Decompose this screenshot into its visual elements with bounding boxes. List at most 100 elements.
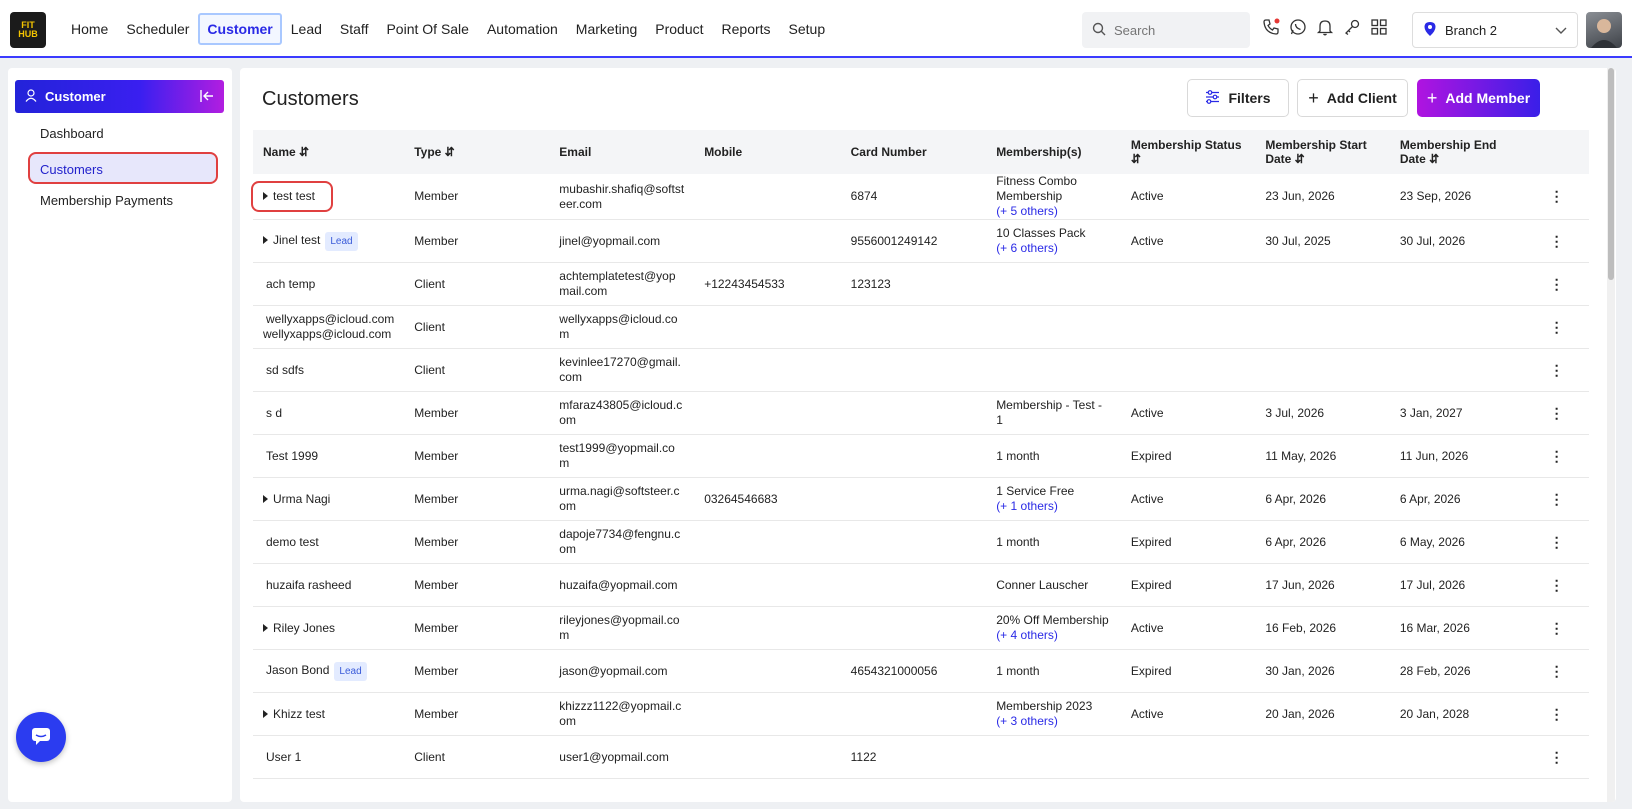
search-box[interactable]: [1082, 12, 1250, 48]
column-header[interactable]: Membership Start Date ⇵: [1255, 130, 1389, 174]
bell-icon[interactable]: [1316, 18, 1334, 36]
customer-name-link[interactable]: test test: [251, 181, 334, 212]
table-row[interactable]: huzaifa rasheed Member huzaifa@yopmail.com…: [253, 563, 1589, 607]
other-memberships-link[interactable]: (+ 5 others): [996, 204, 1111, 219]
cell-name[interactable]: sd sdfs: [253, 348, 405, 392]
row-menu-icon[interactable]: ⋮: [1524, 649, 1589, 693]
row-menu-icon[interactable]: ⋮: [1524, 606, 1589, 650]
search-input[interactable]: [1112, 21, 1246, 39]
customer-name-link[interactable]: demo test: [263, 535, 319, 549]
other-memberships-link[interactable]: (+ 4 others): [996, 628, 1111, 643]
table-row[interactable]: ach temp Client achtemplatetest@yopmail.co…: [253, 262, 1589, 306]
row-menu-icon[interactable]: ⋮: [1524, 391, 1589, 435]
customer-name-link[interactable]: Jinel test Lead: [263, 231, 358, 251]
row-menu-icon[interactable]: ⋮: [1524, 219, 1589, 263]
expand-caret-icon[interactable]: [263, 494, 268, 503]
other-memberships-link[interactable]: (+ 6 others): [996, 241, 1111, 256]
table-row[interactable]: Jinel test Lead Member jinel@yopmail.com 955…: [253, 219, 1589, 263]
table-row[interactable]: test test Member mubashir.shafiq@softsteer…: [251, 174, 1589, 220]
nav-staff[interactable]: Staff: [331, 13, 378, 45]
cell-name[interactable]: Test 1999: [253, 434, 405, 478]
row-menu-icon[interactable]: ⋮: [1524, 305, 1589, 349]
customer-name-link[interactable]: huzaifa rasheed: [263, 578, 351, 592]
customer-name-link[interactable]: ach temp: [263, 277, 315, 291]
cell-name[interactable]: ach temp: [253, 262, 405, 306]
cell-name[interactable]: test test: [251, 174, 405, 220]
cell-name[interactable]: Riley Jones: [253, 606, 405, 650]
cell-name[interactable]: huzaifa rasheed: [253, 563, 405, 607]
customer-name-link[interactable]: s d: [263, 406, 282, 420]
phone-icon[interactable]: [1262, 18, 1280, 36]
table-row[interactable]: s d Member mfaraz43805@icloud.com Membershi…: [253, 391, 1589, 435]
row-menu-icon[interactable]: ⋮: [1524, 692, 1589, 736]
expand-caret-icon[interactable]: [263, 709, 268, 718]
nav-setup[interactable]: Setup: [780, 13, 835, 45]
filters-button[interactable]: Filters: [1187, 79, 1289, 117]
customer-name-link[interactable]: Riley Jones: [263, 621, 335, 635]
customer-name-link[interactable]: User 1: [263, 750, 301, 764]
customer-name-link[interactable]: Test 1999: [263, 449, 318, 463]
row-menu-icon[interactable]: ⋮: [1524, 434, 1589, 478]
table-row[interactable]: Urma Nagi Member urma.nagi@softsteer.com 03…: [253, 477, 1589, 521]
row-menu-icon[interactable]: ⋮: [1524, 563, 1589, 607]
other-memberships-link[interactable]: (+ 1 others): [996, 499, 1111, 514]
column-header[interactable]: Name ⇵: [253, 130, 404, 174]
nav-marketing[interactable]: Marketing: [567, 13, 646, 45]
row-menu-icon[interactable]: ⋮: [1524, 520, 1589, 564]
table-row[interactable]: User 1 Client user1@yopmail.com 1122 ⋮: [253, 735, 1589, 779]
user-avatar[interactable]: [1586, 12, 1622, 48]
cell-name[interactable]: Jason Bond Lead: [253, 649, 405, 693]
customer-name-link[interactable]: wellyxapps@icloud.com wellyxapps@icloud.…: [263, 312, 394, 341]
expand-caret-icon[interactable]: [263, 623, 268, 632]
add-client-button[interactable]: + Add Client: [1297, 79, 1408, 117]
scrollbar[interactable]: [1607, 68, 1615, 802]
nav-product[interactable]: Product: [646, 13, 712, 45]
column-header[interactable]: Membership End Date ⇵: [1390, 130, 1524, 174]
sidebar-item-customers[interactable]: Customers: [28, 152, 218, 184]
customer-name-link[interactable]: Khizz test: [263, 707, 325, 721]
cell-name[interactable]: Khizz test: [253, 692, 405, 736]
table-row[interactable]: wellyxapps@icloud.com wellyxapps@icloud.…: [253, 305, 1589, 349]
app-logo[interactable]: FIT HUB: [10, 12, 46, 48]
key-icon[interactable]: [1343, 18, 1361, 36]
row-menu-icon[interactable]: ⋮: [1524, 348, 1589, 392]
expand-caret-icon[interactable]: [263, 235, 268, 244]
whatsapp-icon[interactable]: [1289, 18, 1307, 36]
cell-name[interactable]: User 1: [253, 735, 405, 779]
column-header[interactable]: Type ⇵: [404, 130, 549, 174]
cell-name[interactable]: Urma Nagi: [253, 477, 405, 521]
row-menu-icon[interactable]: ⋮: [1524, 174, 1589, 220]
table-row[interactable]: demo test Member dapoje7734@fengnu.com 1 mo…: [253, 520, 1589, 564]
customer-name-link[interactable]: sd sdfs: [263, 363, 304, 377]
table-row[interactable]: Riley Jones Member rileyjones@yopmail.com 2…: [253, 606, 1589, 650]
branch-selector[interactable]: Branch 2: [1412, 12, 1578, 48]
sidebar-item-membership-payments[interactable]: Membership Payments: [40, 193, 173, 208]
cell-name[interactable]: demo test: [253, 520, 405, 564]
nav-home[interactable]: Home: [62, 13, 117, 45]
nav-customer[interactable]: Customer: [198, 13, 282, 45]
row-menu-icon[interactable]: ⋮: [1524, 735, 1589, 779]
nav-point-of-sale[interactable]: Point Of Sale: [377, 13, 478, 45]
cell-name[interactable]: s d: [253, 391, 405, 435]
customer-name-link[interactable]: Urma Nagi: [263, 492, 330, 506]
cell-name[interactable]: Jinel test Lead: [253, 219, 405, 263]
table-row[interactable]: sd sdfs Client kevinlee17270@gmail.com ⋮: [253, 348, 1589, 392]
sidebar-item-dashboard[interactable]: Dashboard: [40, 126, 104, 141]
row-menu-icon[interactable]: ⋮: [1524, 262, 1589, 306]
nav-lead[interactable]: Lead: [282, 13, 331, 45]
chat-launcher-button[interactable]: [16, 712, 66, 762]
add-member-button[interactable]: + Add Member: [1417, 79, 1540, 117]
table-row[interactable]: Khizz test Member khizzz1122@yopmail.com Me…: [253, 692, 1589, 736]
collapse-sidebar-icon[interactable]: [200, 89, 214, 106]
scrollbar-thumb[interactable]: [1608, 68, 1614, 280]
table-row[interactable]: Jason Bond Lead Member jason@yopmail.com 465…: [253, 649, 1589, 693]
table-row[interactable]: Test 1999 Member test1999@yopmail.com 1 mon…: [253, 434, 1589, 478]
column-header[interactable]: Membership Status ⇵: [1121, 130, 1255, 174]
apps-grid-icon[interactable]: [1370, 18, 1388, 36]
expand-caret-icon[interactable]: [263, 192, 268, 200]
nav-scheduler[interactable]: Scheduler: [117, 13, 198, 45]
other-memberships-link[interactable]: (+ 3 others): [996, 714, 1111, 729]
nav-automation[interactable]: Automation: [478, 13, 567, 45]
row-menu-icon[interactable]: ⋮: [1524, 477, 1589, 521]
customer-name-link[interactable]: Jason Bond Lead: [263, 661, 367, 681]
